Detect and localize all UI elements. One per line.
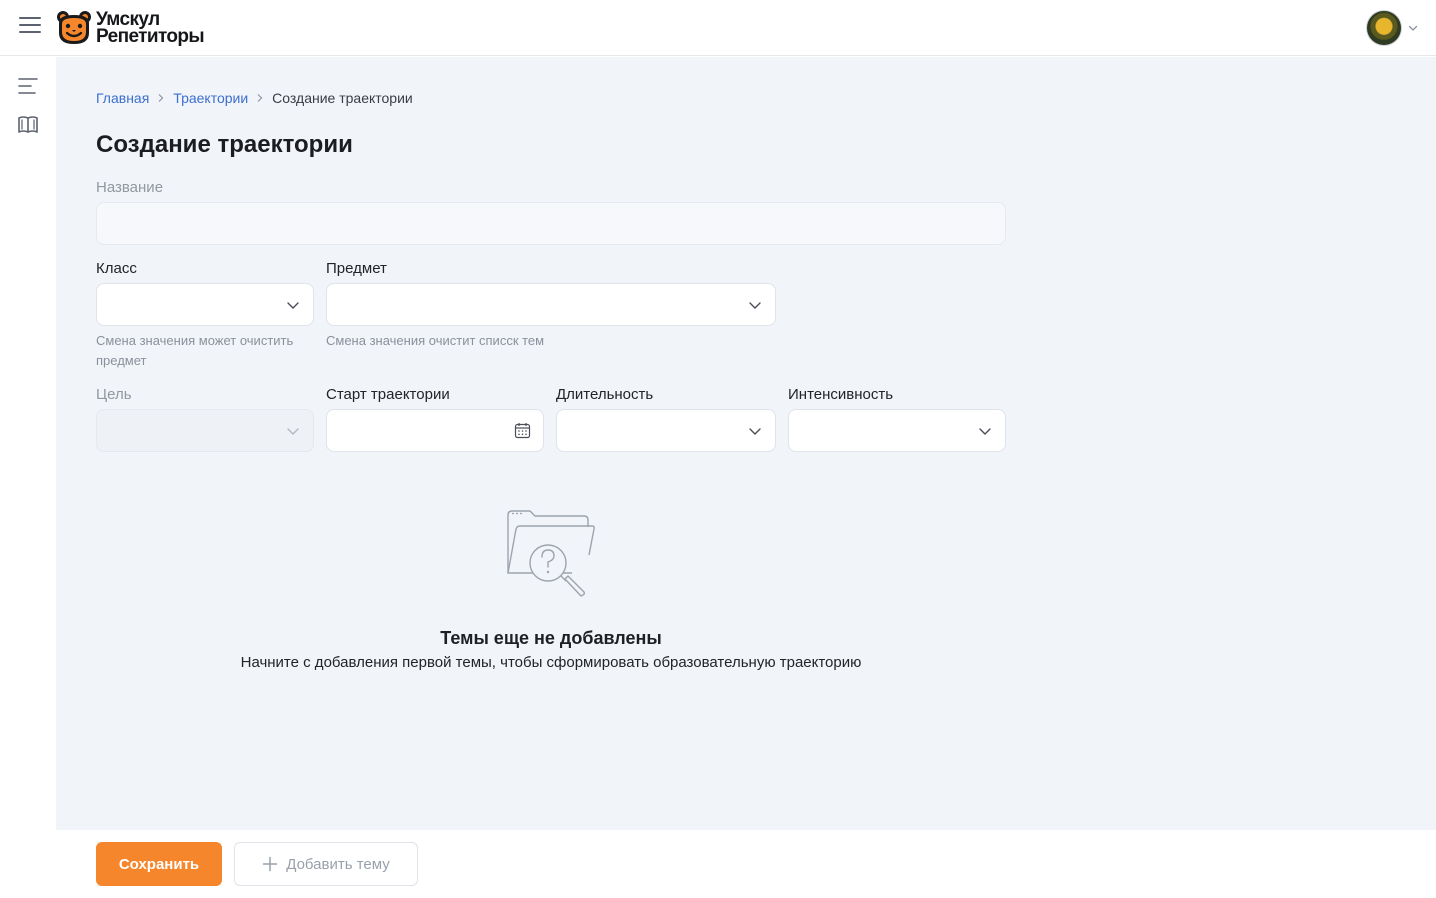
goal-select [96,409,314,452]
breadcrumb-section-link[interactable]: Траектории [173,90,248,106]
chevron-down-icon [287,428,299,435]
grade-label: Класс [96,260,137,277]
brand-line2: Репетиторы [96,26,205,47]
side-rail [0,57,56,898]
plus-icon [263,856,278,872]
duration-label: Длительность [556,386,654,403]
chevron-right-icon [158,94,164,102]
brand-name: Умскул Репетиторы [96,10,205,47]
chevron-down-icon [749,302,761,309]
save-button[interactable]: Сохранить [96,842,222,886]
main-content: Главная Траектории Создание траектории С… [56,57,1436,830]
page-title: Создание траектории [96,131,353,158]
duration-select[interactable] [556,409,776,452]
chevron-down-icon [287,302,299,309]
avatar[interactable] [1366,10,1402,46]
breadcrumb: Главная Траектории Создание траектории [96,90,413,106]
add-topic-label: Добавить тему [286,855,390,873]
goal-label: Цель [96,386,132,403]
chevron-down-icon [979,428,991,435]
chevron-down-icon [749,428,761,435]
bear-logo-icon [57,11,91,44]
calendar-icon[interactable] [514,422,531,439]
chevron-down-icon [1408,25,1418,31]
action-bar: Сохранить Добавить тему [56,830,1436,898]
breadcrumb-current: Создание траектории [272,90,413,106]
subject-label: Предмет [326,260,387,277]
intensity-select[interactable] [788,409,1006,452]
brand-logo[interactable]: Умскул Репетиторы [55,9,205,47]
name-input[interactable] [96,202,1006,245]
name-label: Название [96,179,164,196]
empty-state-subtitle: Начните с добавления первой темы, чтобы … [240,654,862,671]
chevron-right-icon [257,94,263,102]
start-label: Старт траектории [326,386,450,403]
hamburger-icon[interactable] [19,17,41,39]
top-header: Умскул Репетиторы [0,0,1436,56]
subject-select[interactable] [326,283,776,326]
profile-menu[interactable] [1366,10,1418,46]
add-topic-button[interactable]: Добавить тему [234,842,418,886]
breadcrumb-home-link[interactable]: Главная [96,90,149,106]
intensity-label: Интенсивность [788,386,894,403]
list-icon[interactable] [17,75,39,97]
empty-state-title: Темы еще не добавлены [440,628,662,648]
grade-hint: Смена значения может очистить предмет [96,333,294,368]
start-date-input[interactable] [326,409,544,452]
grade-select[interactable] [96,283,314,326]
folder-search-icon [507,510,595,597]
subject-hint: Смена значения очистит списск тем [326,333,545,348]
book-icon[interactable] [17,114,39,136]
